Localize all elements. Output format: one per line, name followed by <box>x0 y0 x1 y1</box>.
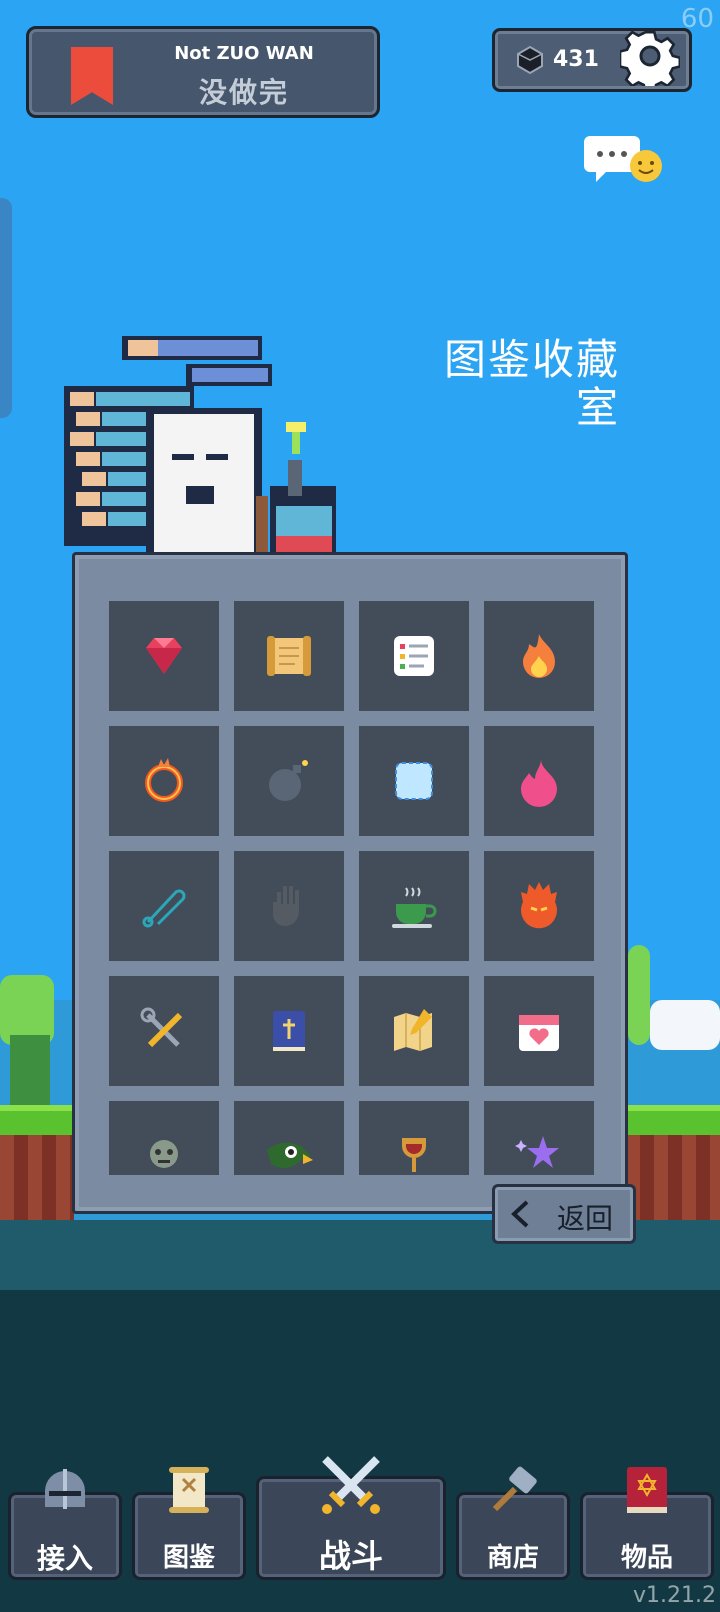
grid-cell[interactable] <box>359 601 469 711</box>
grid-cell[interactable] <box>234 1101 344 1175</box>
nav-items-label: 物品 <box>620 1543 673 1573</box>
black-gem-icon <box>517 45 543 75</box>
chevron-left-icon <box>511 1200 529 1228</box>
scroll-icon <box>267 636 311 676</box>
grid-cell[interactable] <box>109 726 219 836</box>
nav-join-label: 接入 <box>36 1542 93 1575</box>
grid-cell[interactable] <box>359 976 469 1086</box>
fire-icon <box>523 634 555 678</box>
nav-join-button[interactable]: 接入 <box>8 1469 122 1580</box>
version-label: v1.21.2 <box>633 1583 716 1608</box>
magic-star-icon <box>515 1136 559 1168</box>
ghost-librarian-character <box>64 336 336 556</box>
bookmark-icon <box>71 47 113 105</box>
nav-battle-button[interactable]: 战斗 <box>256 1456 446 1580</box>
collection-hall-title: 图鉴收藏室 <box>443 335 620 432</box>
ruby-gem-icon <box>146 638 182 674</box>
title-english: Not ZUO WAN <box>174 43 314 64</box>
back-button[interactable]: 返回 <box>492 1184 636 1244</box>
hammer-icon <box>492 1466 537 1512</box>
collection-grid-panel <box>72 552 628 1214</box>
grid-cell[interactable] <box>359 726 469 836</box>
nav-items-button[interactable]: 物品 <box>580 1467 714 1580</box>
grid-cell[interactable] <box>484 601 594 711</box>
ice-square-icon <box>395 762 433 800</box>
grid-cell[interactable] <box>234 976 344 1086</box>
calendar-heart-icon <box>519 1015 559 1051</box>
title-chinese: 没做完 <box>198 76 289 109</box>
grid-cell[interactable] <box>109 601 219 711</box>
grid-cell[interactable] <box>359 851 469 961</box>
safety-pin-icon <box>142 889 186 928</box>
bomb-icon <box>269 760 308 801</box>
grid-cell[interactable] <box>484 851 594 961</box>
bottom-nav: 接入 图鉴 战斗 商店 物品 <box>0 1430 720 1612</box>
pink-flame-icon <box>521 759 557 807</box>
spell-book-icon <box>627 1467 667 1513</box>
grass-right <box>626 1105 720 1135</box>
grid-cell[interactable] <box>234 726 344 836</box>
chapter-title-panel[interactable]: Not ZUO WAN 没做完 <box>26 26 380 118</box>
cloud-right <box>650 1000 720 1050</box>
dirt-left <box>0 1135 74 1225</box>
nav-shop-label: 商店 <box>486 1543 539 1573</box>
dirt-right <box>626 1135 720 1225</box>
grid-cell[interactable] <box>109 976 219 1086</box>
grid-cell[interactable] <box>484 726 594 836</box>
gem-count: 431 <box>553 47 599 72</box>
side-drawer-handle[interactable] <box>0 198 12 418</box>
bush-right <box>628 945 650 1045</box>
treasure-map-icon <box>394 1009 432 1051</box>
grid-cell[interactable] <box>484 1101 594 1175</box>
nav-codex-label: 图鉴 <box>162 1543 215 1573</box>
scroll-skull-icon <box>169 1467 209 1513</box>
fire-ring-icon <box>145 758 183 802</box>
nav-shop-button[interactable]: 商店 <box>456 1466 570 1580</box>
grid-cell[interactable] <box>234 851 344 961</box>
tea-cup-icon <box>392 887 437 928</box>
settings-gear-icon[interactable] <box>620 26 680 86</box>
collection-grid-scroll[interactable] <box>109 601 595 1175</box>
back-button-label: 返回 <box>557 1202 614 1235</box>
eagle-icon <box>267 1142 313 1169</box>
nav-battle-label: 战斗 <box>318 1537 383 1575</box>
grass-left <box>0 1105 74 1135</box>
zombie-icon <box>150 1140 178 1168</box>
goblet-icon <box>402 1138 426 1172</box>
grid-cell[interactable] <box>359 1101 469 1175</box>
knight-helmet-icon <box>45 1469 85 1509</box>
grid-cell[interactable] <box>109 851 219 961</box>
tree-left <box>10 1035 50 1105</box>
grid-cell[interactable] <box>234 601 344 711</box>
dark-hand-icon <box>273 886 299 926</box>
grid-cell[interactable] <box>109 1101 219 1175</box>
holy-book-icon <box>273 1011 305 1051</box>
fire-spirit-icon <box>521 882 557 929</box>
chat-bubble-icon[interactable] <box>584 132 664 188</box>
crossed-swords-icon <box>322 1456 380 1514</box>
grid-cell[interactable] <box>484 976 594 1086</box>
checklist-icon <box>394 636 434 676</box>
tools-icon <box>140 1007 183 1048</box>
nav-codex-button[interactable]: 图鉴 <box>132 1467 246 1580</box>
